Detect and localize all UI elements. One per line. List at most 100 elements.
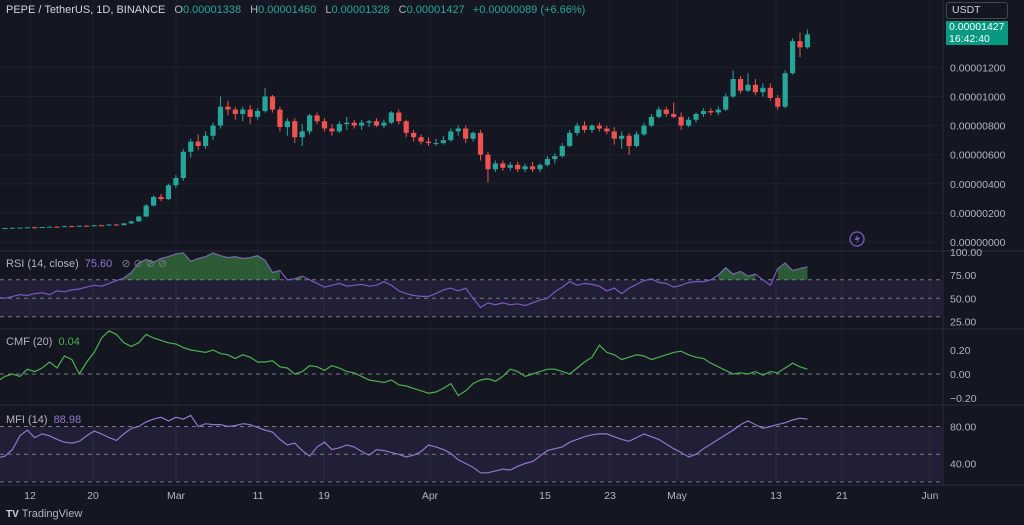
candle-body [128, 221, 134, 224]
candle-body [567, 132, 573, 146]
candle-body [522, 166, 528, 170]
candle [91, 225, 97, 227]
candle-body [113, 224, 120, 226]
rsi-legend[interactable]: RSI (14, close) 75.60 ⊘⊘⊘⊘ [6, 257, 170, 270]
time-tick-8: May [667, 490, 688, 502]
candle [789, 38, 796, 75]
candle-body [537, 164, 543, 170]
candle-body [61, 226, 68, 228]
candle-body [366, 121, 372, 123]
mfi-value: 88.98 [53, 414, 82, 426]
candle-body [685, 119, 692, 126]
time-tick-4: 19 [318, 490, 330, 502]
candle-body [782, 73, 788, 107]
candle-body [500, 163, 506, 168]
candle-body [314, 115, 320, 122]
candle-body [797, 41, 803, 48]
candle-body [188, 141, 194, 152]
candle-body [604, 128, 610, 132]
time-tick-3: 11 [253, 490, 264, 502]
candle-body [470, 132, 476, 139]
candle-body [2, 228, 8, 230]
candle-body [359, 122, 365, 126]
candle-body [165, 185, 172, 200]
candle-body [136, 216, 142, 222]
cmf-legend[interactable]: CMF (20) 0.04 [6, 336, 80, 348]
candle-body [730, 79, 736, 97]
mfi-legend[interactable]: MFI (14) 88.98 [6, 414, 81, 426]
candle-body [448, 131, 454, 141]
candle-body [574, 125, 580, 133]
change-value: +0.00000089 (+6.66%) [472, 4, 586, 16]
candle-body [180, 151, 186, 178]
candle-body [737, 79, 744, 91]
tradingview-brand[interactable]: TV TradingView [6, 508, 82, 520]
candle-body [329, 128, 335, 132]
candle [39, 226, 45, 229]
candle [136, 215, 142, 222]
candle-body [225, 106, 231, 110]
candle [165, 183, 172, 200]
rsi-tick-3: 25.00 [950, 316, 976, 328]
candle-body [693, 113, 699, 120]
candle-body [336, 124, 342, 132]
candle-body [151, 196, 157, 206]
candle-body [39, 227, 45, 229]
low-value: 0.00001328 [331, 4, 390, 16]
mfi-label: MFI (14) [6, 414, 48, 426]
candle-body [767, 87, 773, 98]
candle-body [544, 159, 550, 165]
candle-body [589, 125, 595, 130]
candle-body [411, 132, 417, 138]
candle-body [54, 226, 60, 228]
candle [388, 111, 394, 125]
candle [151, 195, 157, 207]
candle-body [463, 128, 469, 139]
candle-body [433, 143, 439, 145]
candle-body [143, 205, 149, 217]
candle-body [596, 125, 602, 129]
candle-body [485, 154, 491, 170]
candle-body [91, 225, 97, 227]
brand-text: TradingView [21, 508, 83, 520]
candle-body [46, 226, 53, 228]
candle-body [559, 145, 565, 157]
candle-body [173, 177, 179, 186]
candle [128, 220, 134, 224]
candle-body [98, 225, 105, 227]
candle-body [262, 96, 268, 112]
candle-body [775, 97, 781, 107]
last-price-tag: 0.00001427 16:42:40 [946, 21, 1008, 45]
candle-body [745, 84, 751, 91]
high-value: 0.00001460 [258, 4, 317, 16]
cmf-tick-0: 0.20 [950, 345, 971, 357]
currency-selector[interactable]: USDT [946, 2, 1008, 19]
time-tick-6: 15 [539, 490, 551, 502]
mfi-tick-1: 40.00 [950, 459, 976, 471]
time-tick-5: Apr [422, 490, 439, 502]
price-tick-0: 0.00001200 [950, 62, 1006, 74]
symbol-title[interactable]: PEPE / TetherUS, 1D, BINANCE [6, 4, 165, 16]
candle-body [477, 132, 484, 155]
symbol-header: PEPE / TetherUS, 1D, BINANCE O0.00001338… [6, 4, 585, 16]
rsi-tick-2: 50.00 [950, 293, 976, 305]
candle [9, 227, 16, 229]
candle-body [158, 196, 164, 200]
time-tick-0: 12 [24, 490, 36, 502]
candle-body [84, 225, 90, 227]
open-value: 0.00001338 [182, 4, 242, 16]
price-tick-4: 0.00000400 [950, 179, 1006, 191]
candle-body [381, 122, 387, 126]
candle-body [492, 163, 498, 170]
rsi-label: RSI (14, close) [6, 258, 79, 270]
candle-body [217, 106, 224, 126]
candle-body [195, 141, 201, 146]
close-value: 0.00001427 [406, 4, 465, 16]
cmf-value: 0.04 [58, 336, 80, 348]
candle-body [619, 135, 625, 139]
time-tick-7: 23 [604, 490, 616, 502]
candle-body [789, 41, 796, 74]
candle-body [9, 227, 16, 229]
candle-body [232, 109, 238, 114]
candle-body [708, 111, 714, 113]
